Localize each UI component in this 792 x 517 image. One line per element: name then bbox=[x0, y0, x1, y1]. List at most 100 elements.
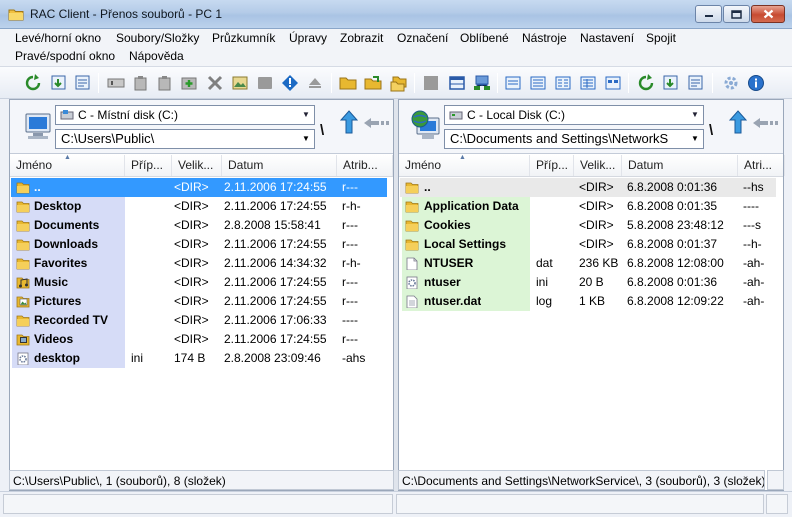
list-right-button[interactable] bbox=[686, 73, 706, 93]
rename-icon bbox=[107, 78, 125, 88]
column-date[interactable]: Datum bbox=[622, 155, 738, 176]
move-button[interactable] bbox=[389, 73, 409, 93]
column-date[interactable]: Datum bbox=[222, 155, 337, 176]
file-size: <DIR> bbox=[579, 237, 614, 251]
left-drive-select[interactable]: C - Místní disk (C:) ▼ bbox=[55, 105, 315, 125]
resize-grip[interactable] bbox=[766, 494, 788, 514]
file-row[interactable]: ntuser ini 20 B 6.8.2008 0:01:36 -ah- bbox=[399, 273, 783, 292]
file-row[interactable]: ntuser.dat log 1 KB 6.8.2008 12:09:22 -ah- bbox=[399, 292, 783, 311]
rename-button[interactable] bbox=[106, 73, 126, 93]
file-attributes: ---s bbox=[743, 218, 761, 232]
file-row[interactable]: Desktop <DIR> 2.11.2006 17:24:55 r-h- bbox=[10, 197, 393, 216]
paste-button[interactable] bbox=[155, 73, 175, 93]
eject-button[interactable] bbox=[305, 73, 325, 93]
file-row[interactable]: Pictures <DIR> 2.11.2006 17:24:55 r--- bbox=[10, 292, 393, 311]
file-row[interactable]: Application Data <DIR> 6.8.2008 0:01:35 ---… bbox=[399, 197, 783, 216]
folder-app-icon bbox=[8, 9, 24, 21]
refresh-right-button[interactable] bbox=[636, 73, 656, 93]
download-right-icon bbox=[663, 75, 678, 90]
file-date: 6.8.2008 12:08:00 bbox=[627, 256, 724, 270]
file-row[interactable]: desktop ini 174 B 2.8.2008 23:09:46 -ahs bbox=[10, 349, 393, 368]
menu-tools[interactable]: Nástroje bbox=[520, 30, 569, 47]
file-size: <DIR> bbox=[579, 199, 614, 213]
file-row[interactable]: Music <DIR> 2.11.2006 17:24:55 r--- bbox=[10, 273, 393, 292]
back-arrow-icon[interactable] bbox=[363, 116, 389, 130]
up-arrow-icon[interactable] bbox=[727, 109, 749, 135]
column-size[interactable]: Velik... bbox=[172, 155, 222, 176]
file-row[interactable]: .. <DIR> 2.11.2006 17:24:55 r--- bbox=[10, 178, 393, 197]
left-path-field[interactable]: C:\Users\Public\ ▼ bbox=[55, 129, 315, 149]
file-name: .. bbox=[34, 180, 41, 194]
menu-connect[interactable]: Spojit bbox=[644, 30, 678, 47]
image-button[interactable] bbox=[230, 73, 250, 93]
file-date: 6.8.2008 0:01:36 bbox=[627, 180, 718, 194]
info-button[interactable] bbox=[280, 73, 300, 93]
open-folder-button[interactable] bbox=[338, 73, 358, 93]
file-row[interactable]: Documents <DIR> 2.8.2008 15:58:41 r--- bbox=[10, 216, 393, 235]
maximize-button[interactable] bbox=[723, 5, 750, 23]
download-button[interactable] bbox=[49, 73, 69, 93]
file-row[interactable]: NTUSER dat 236 KB 6.8.2008 12:08:00 -ah- bbox=[399, 254, 783, 273]
file-size: <DIR> bbox=[174, 332, 209, 346]
column-size[interactable]: Velik... bbox=[574, 155, 622, 176]
view-small-button[interactable] bbox=[528, 73, 548, 93]
up-arrow-icon[interactable] bbox=[338, 109, 360, 135]
right-drive-select[interactable]: C - Local Disk (C:) ▼ bbox=[444, 105, 704, 125]
settings-button[interactable] bbox=[721, 73, 741, 93]
send-button[interactable] bbox=[363, 73, 383, 93]
file-name: .. bbox=[424, 180, 431, 194]
file-row[interactable]: Downloads <DIR> 2.11.2006 17:24:55 r--- bbox=[10, 235, 393, 254]
view-thumb-button[interactable] bbox=[603, 73, 623, 93]
back-arrow-icon[interactable] bbox=[752, 116, 778, 130]
list-button[interactable] bbox=[73, 73, 93, 93]
new-folder-button[interactable] bbox=[179, 73, 199, 93]
menu-help[interactable]: Nápověda bbox=[127, 48, 186, 65]
file-row[interactable]: .. <DIR> 6.8.2008 0:01:36 --hs bbox=[399, 178, 783, 197]
close-button[interactable] bbox=[751, 5, 785, 23]
file-row[interactable]: Recorded TV <DIR> 2.11.2006 17:06:33 ---- bbox=[10, 311, 393, 330]
menu-favorites[interactable]: Oblíbené bbox=[458, 30, 511, 47]
column-attributes[interactable]: Atri... bbox=[738, 155, 785, 176]
right-pane-header: C - Local Disk (C:) ▼ C:\Documents and S… bbox=[399, 100, 783, 154]
column-extension[interactable]: Příp... bbox=[530, 155, 574, 176]
file-row[interactable]: Local Settings <DIR> 6.8.2008 0:01:37 --h- bbox=[399, 235, 783, 254]
menu-settings[interactable]: Nastavení bbox=[578, 30, 636, 47]
view-details-button[interactable] bbox=[578, 73, 598, 93]
right-path-field[interactable]: C:\Documents and Settings\NetworkS ▼ bbox=[444, 129, 704, 149]
right-file-list: .. <DIR> 6.8.2008 0:01:36 --hs Application D… bbox=[399, 178, 783, 311]
column-extension[interactable]: Příp... bbox=[125, 155, 172, 176]
sort-up-icon: ▲ bbox=[64, 154, 71, 161]
menu-right-window[interactable]: Pravé/spodní okno bbox=[13, 48, 117, 65]
menu-files-folders[interactable]: Soubory/Složky bbox=[114, 30, 201, 47]
file-name: Documents bbox=[34, 218, 100, 232]
minimize-button[interactable] bbox=[695, 5, 722, 23]
window-button[interactable] bbox=[447, 73, 467, 93]
view-large-button[interactable] bbox=[503, 73, 523, 93]
about-button[interactable] bbox=[746, 73, 766, 93]
file-attributes: ---- bbox=[743, 199, 759, 213]
menu-explorer[interactable]: Průzkumník bbox=[210, 30, 277, 47]
stop-icon bbox=[258, 77, 272, 89]
stop-button[interactable] bbox=[255, 73, 275, 93]
delete-button[interactable] bbox=[205, 73, 225, 93]
square-button[interactable] bbox=[421, 73, 441, 93]
download-right-button[interactable] bbox=[661, 73, 681, 93]
view-list-button[interactable] bbox=[553, 73, 573, 93]
refresh-button[interactable] bbox=[23, 73, 43, 93]
file-row[interactable]: Favorites <DIR> 2.11.2006 14:34:32 r-h- bbox=[10, 254, 393, 273]
file-extension: ini bbox=[131, 351, 144, 365]
root-button[interactable]: \ bbox=[320, 122, 324, 139]
about-icon bbox=[748, 75, 764, 91]
file-row[interactable]: Videos <DIR> 2.11.2006 17:24:55 r--- bbox=[10, 330, 393, 349]
file-name: ntuser.dat bbox=[424, 294, 482, 308]
menu-selection[interactable]: Označení bbox=[395, 30, 450, 47]
menu-edit[interactable]: Úpravy bbox=[287, 30, 329, 47]
column-attributes[interactable]: Atrib... bbox=[337, 155, 393, 176]
root-button[interactable]: \ bbox=[709, 122, 713, 139]
file-name: Desktop bbox=[34, 199, 82, 213]
copy-button[interactable] bbox=[131, 73, 151, 93]
menu-left-window[interactable]: Levé/horní okno bbox=[13, 30, 103, 47]
file-row[interactable]: Cookies <DIR> 5.8.2008 23:48:12 ---s bbox=[399, 216, 783, 235]
menu-view[interactable]: Zobrazit bbox=[338, 30, 385, 47]
network-button[interactable] bbox=[472, 73, 492, 93]
